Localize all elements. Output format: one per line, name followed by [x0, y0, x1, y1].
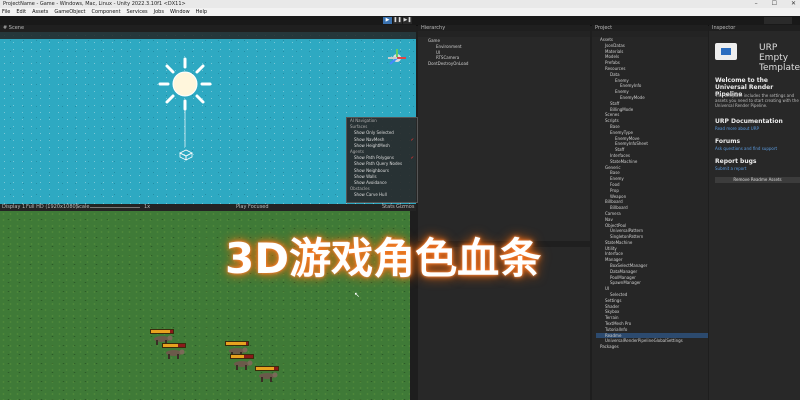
window-titlebar: ProjectName - Game - Windows, Mac, Linux… — [0, 0, 800, 8]
tab-scene[interactable]: # Scene — [3, 25, 24, 31]
resolution-dropdown[interactable]: Full HD (1920x1080) — [26, 204, 78, 211]
game-toolbar: Display 1 Full HD (1920x1080) Scale 1x P… — [0, 204, 416, 211]
tab-hierarchy[interactable]: Hierarchy — [421, 25, 445, 31]
overlay-item[interactable]: Show Avoidance — [347, 180, 417, 186]
menu-file[interactable]: File — [2, 8, 10, 16]
layout-dropdown[interactable] — [764, 17, 792, 24]
forums-link[interactable]: Ask questions and find support — [715, 146, 777, 151]
health-bar-fill — [163, 344, 179, 347]
tab-inspector[interactable]: Inspector — [712, 25, 735, 31]
menu-assets[interactable]: Assets — [32, 8, 48, 16]
ai-navigation-overlay: AI Navigation Surfaces Show Only Selecte… — [346, 117, 418, 203]
play-button[interactable]: ▶ — [383, 17, 392, 24]
bugs-heading: Report bugs — [715, 158, 757, 165]
health-bar-fill — [226, 342, 246, 345]
mouse-cursor-icon: ↖ — [354, 291, 360, 299]
scale-value: 1x — [144, 204, 151, 210]
enemy-unit[interactable] — [230, 354, 254, 373]
hierarchy-item[interactable]: DontDestroyOnLoad — [422, 61, 590, 67]
enemy-unit[interactable] — [162, 343, 186, 362]
doc-link[interactable]: Read more about URP — [715, 126, 759, 131]
health-bar-fill — [256, 367, 274, 370]
scene-tabbar: # Scene — [0, 25, 416, 32]
doc-heading: URP Documentation — [715, 118, 783, 125]
menu-edit[interactable]: Edit — [16, 8, 26, 16]
enemy-model — [259, 372, 278, 382]
tab-project[interactable]: Project — [595, 25, 612, 31]
menu-jobs[interactable]: Jobs — [154, 8, 164, 16]
pause-button[interactable]: ❚❚ — [393, 17, 402, 24]
display-dropdown[interactable]: Display 1 — [2, 204, 25, 211]
play-focused-dropdown[interactable]: Play Focused — [236, 204, 269, 211]
inspector-tabbar: Inspector — [709, 25, 800, 31]
camera-gizmo-icon — [179, 149, 193, 161]
menu-component[interactable]: Component — [92, 8, 121, 16]
scale-label: Scale — [76, 204, 90, 210]
window-title: ProjectName - Game - Windows, Mac, Linux… — [3, 1, 186, 7]
menu-window[interactable]: Window — [170, 8, 190, 16]
gizmos-button[interactable]: Gizmos — [396, 204, 414, 211]
menu-gameobject[interactable]: GameObject — [54, 8, 85, 16]
video-overlay-title: 3D游戏角色血条 — [225, 234, 542, 283]
enemy-unit[interactable] — [255, 366, 279, 385]
project-panel: Project Assets JsonDatas Materials Models Pr… — [592, 25, 708, 400]
inspector-panel: Inspector URP Empty Template Welcome to … — [709, 25, 800, 400]
welcome-body: This template includes the settings and … — [715, 93, 799, 108]
menu-help[interactable]: Help — [196, 8, 207, 16]
overlay-item[interactable]: Show HeightMesh — [347, 143, 417, 149]
health-bar-fill — [231, 355, 245, 358]
inspector-title: URP Empty Template — [759, 43, 800, 73]
forums-heading: Forums — [715, 138, 741, 145]
step-button[interactable]: ▶❚ — [403, 17, 412, 24]
scale-slider[interactable] — [90, 207, 140, 208]
bugs-link[interactable]: Submit a report — [715, 166, 746, 171]
health-bar-fill — [151, 330, 170, 333]
close-icon[interactable]: ✕ — [791, 0, 796, 8]
remove-readme-button[interactable]: Remove Readme Assets — [715, 177, 800, 183]
scene-orientation-gizmo — [388, 49, 406, 65]
scene-toolbar — [0, 32, 416, 39]
overlay-item[interactable]: Show Carve Hull — [347, 192, 417, 198]
menu-services[interactable]: Services — [127, 8, 148, 16]
hierarchy-panel: Hierarchy Game Environment UI RTSCamera … — [418, 25, 590, 400]
project-item[interactable]: Packages — [596, 344, 708, 350]
window-controls: – ☐ ✕ — [755, 0, 796, 8]
menu-bar: File Edit Assets GameObject Component Se… — [0, 8, 800, 16]
sun-light-icon — [158, 57, 212, 111]
enemy-model — [166, 349, 185, 359]
maximize-icon[interactable]: ☐ — [772, 0, 777, 8]
project-tree: Assets JsonDatas Materials Models Prefabs Res… — [592, 37, 708, 350]
hierarchy-tree: Game Environment UI RTSCamera DontDestro… — [418, 37, 590, 67]
envelope-icon — [721, 48, 731, 55]
minimize-icon[interactable]: – — [755, 0, 758, 8]
stats-button[interactable]: Stats — [382, 204, 395, 211]
readme-icon — [715, 43, 737, 60]
enemy-model — [234, 360, 253, 370]
